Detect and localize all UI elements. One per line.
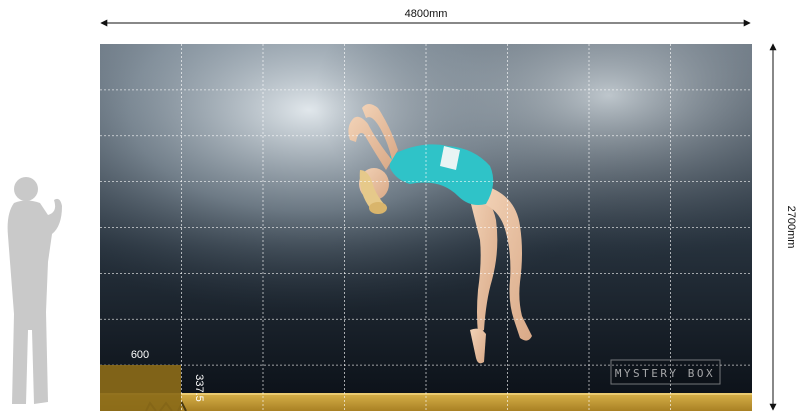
module-width-label: 600 [131, 349, 149, 361]
width-dimension: 4800mm [100, 8, 751, 27]
led-screen-diagram: 4800mm 2700mm 600 337.5 MYSTERY BOX [7, 8, 797, 411]
height-dimension: 2700mm [769, 43, 797, 411]
module-height-label: 337.5 [193, 374, 205, 402]
height-label: 2700mm [785, 206, 797, 249]
width-label: 4800mm [405, 8, 448, 20]
led-screen: 600 337.5 MYSTERY BOX [100, 44, 752, 411]
human-scale-silhouette [7, 177, 63, 404]
watermark-text: MYSTERY BOX [615, 367, 715, 380]
mystery-box-watermark: MYSTERY BOX [610, 359, 721, 385]
